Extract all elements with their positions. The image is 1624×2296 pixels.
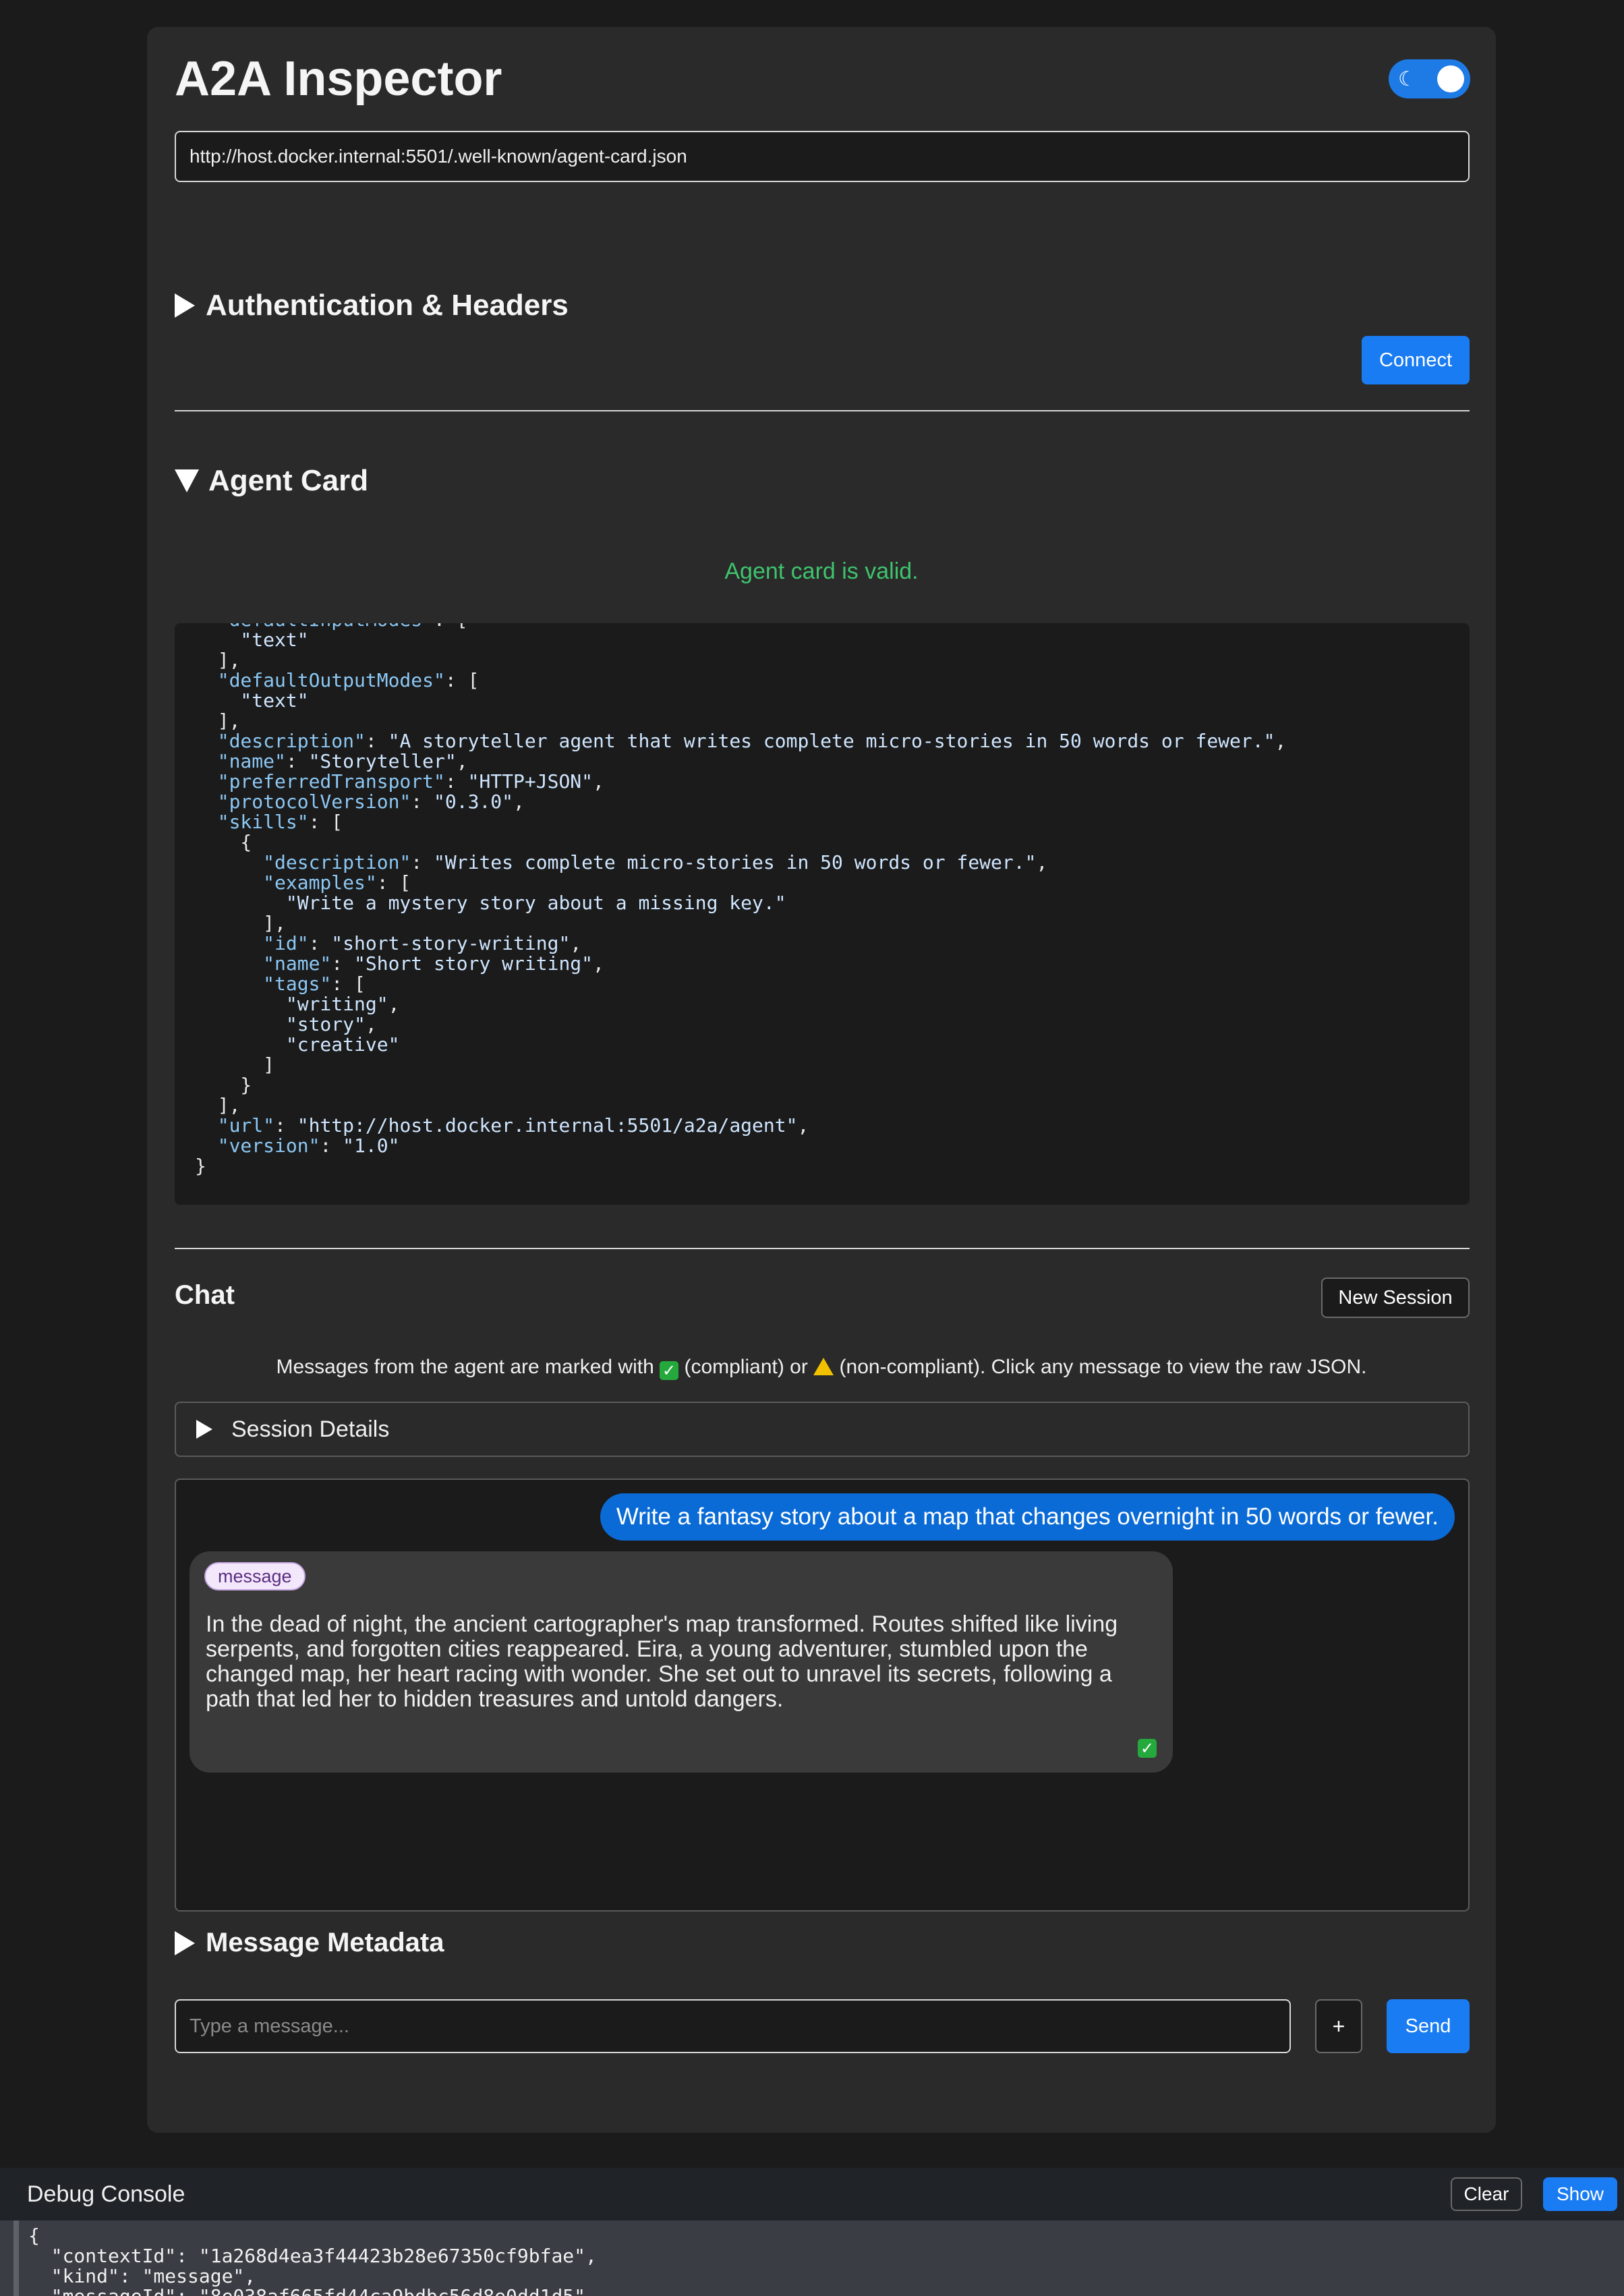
divider: [175, 410, 1470, 411]
json-line: "examples": [: [195, 871, 411, 894]
hint-prefix: Messages from the agent are marked with: [276, 1356, 654, 1378]
json-line: {: [195, 831, 252, 853]
agent-card-toggle[interactable]: Agent Card: [175, 464, 368, 498]
debug-log-text: { "contextId": "1a268d4ea3f44423b28e6735…: [28, 2225, 597, 2296]
json-line: "protocolVersion": "0.3.0",: [195, 791, 525, 813]
new-session-button[interactable]: New Session: [1321, 1278, 1470, 1318]
expand-triangle-icon: [175, 293, 195, 318]
compliant-check-icon: ✓: [1138, 1739, 1157, 1758]
message-kind-badge: message: [204, 1562, 306, 1590]
json-line: ],: [195, 649, 241, 671]
json-line: "Write a mystery story about a missing k…: [195, 892, 786, 914]
clear-button[interactable]: Clear: [1451, 2177, 1522, 2211]
message-input[interactable]: [175, 1999, 1291, 2053]
show-button[interactable]: Show: [1543, 2177, 1617, 2211]
agent-card-url-input[interactable]: [175, 131, 1470, 182]
send-button[interactable]: Send: [1387, 1999, 1470, 2053]
json-line: "tags": [: [195, 973, 366, 995]
json-line: "description": "A storyteller agent that…: [195, 730, 1287, 752]
log-entry-rail: [13, 2220, 19, 2296]
expand-triangle-icon: [175, 1930, 195, 1955]
warning-icon: [813, 1358, 834, 1375]
json-line: "creative": [195, 1033, 400, 1056]
divider: [175, 1248, 1470, 1249]
hint-compliant: (compliant) or: [684, 1356, 808, 1378]
debug-console-log[interactable]: { "contextId": "1a268d4ea3f44423b28e6735…: [0, 2220, 1624, 2296]
collapse-triangle-icon: [175, 469, 199, 492]
json-line: "preferredTransport": "HTTP+JSON",: [195, 770, 604, 793]
json-line: "version": "1.0": [195, 1135, 400, 1157]
message-metadata-toggle[interactable]: Message Metadata: [175, 1928, 444, 1958]
agent-card-label: Agent Card: [208, 464, 369, 497]
auth-headers-toggle[interactable]: Authentication & Headers: [175, 289, 569, 322]
expand-triangle-icon: [196, 1420, 212, 1439]
agent-message[interactable]: message In the dead of night, the ancien…: [190, 1551, 1173, 1773]
connect-button[interactable]: Connect: [1362, 336, 1470, 384]
attach-button[interactable]: +: [1315, 1999, 1362, 2053]
debug-console-header: Debug Console Clear Show: [0, 2168, 1624, 2220]
session-details-toggle[interactable]: Session Details: [175, 1402, 1470, 1457]
json-line: "id": "short-story-writing",: [195, 932, 582, 954]
chat-hint: Messages from the agent are marked with …: [147, 1356, 1496, 1380]
auth-headers-label: Authentication & Headers: [206, 289, 569, 322]
main-panel: A2A Inspector ☾ Authentication & Headers…: [147, 27, 1496, 2133]
message-metadata-label: Message Metadata: [206, 1928, 444, 1957]
chat-messages[interactable]: Write a fantasy story about a map that c…: [175, 1479, 1470, 1912]
toggle-knob: [1437, 65, 1464, 92]
json-line: ],: [195, 912, 286, 934]
debug-console-title: Debug Console: [27, 2181, 185, 2207]
json-line: "name": "Short story writing",: [195, 952, 604, 975]
json-line: ]: [195, 1054, 275, 1076]
theme-toggle[interactable]: ☾: [1389, 59, 1470, 98]
json-line: "skills": [: [195, 811, 343, 833]
session-details-label: Session Details: [231, 1416, 390, 1442]
json-line: }: [195, 1074, 252, 1096]
moon-icon: ☾: [1398, 67, 1416, 91]
chat-title: Chat: [175, 1280, 235, 1310]
agent-card-json: "defaultInputModes": [ "text" ], "defaul…: [195, 623, 1286, 1176]
json-line: "writing",: [195, 993, 400, 1015]
json-line: "url": "http://host.docker.internal:5501…: [195, 1114, 809, 1137]
json-line: "text": [195, 689, 309, 712]
json-line: "name": "Storyteller",: [195, 750, 468, 772]
page-title: A2A Inspector: [175, 52, 502, 106]
hint-noncompliant: (non-compliant). Click any message to vi…: [839, 1356, 1367, 1378]
json-line: ],: [195, 710, 241, 732]
json-line: "text": [195, 629, 309, 651]
json-line: ],: [195, 1094, 241, 1116]
agent-message-text: In the dead of night, the ancient cartog…: [206, 1611, 1118, 1712]
json-line: }: [195, 1155, 206, 1177]
agent-card-validation-status: Agent card is valid.: [724, 558, 919, 584]
check-mark-icon: ✓: [660, 1361, 679, 1380]
json-line: "defaultOutputModes": [: [195, 669, 480, 691]
json-line: "story",: [195, 1013, 377, 1035]
agent-card-json-viewer[interactable]: "defaultInputModes": [ "text" ], "defaul…: [175, 623, 1470, 1205]
json-line: "description": "Writes complete micro-st…: [195, 851, 1048, 873]
user-message[interactable]: Write a fantasy story about a map that c…: [600, 1493, 1455, 1541]
